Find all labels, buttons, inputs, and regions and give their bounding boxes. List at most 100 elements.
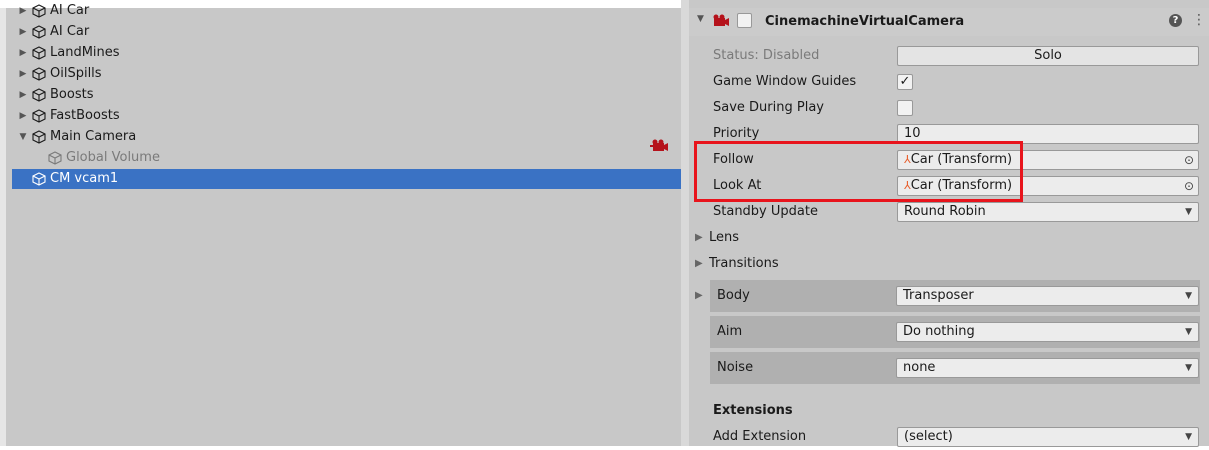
hierarchy-item-label: FastBoosts [50,108,120,123]
gameobject-cube-icon [48,148,62,168]
hierarchy-item-label: LandMines [50,45,120,60]
cinemachine-component-icon [713,14,729,26]
game-window-guides-row: Game Window Guides ✓ [689,69,1209,95]
gameobject-cube-icon [32,127,46,147]
collapse-arrow-icon[interactable]: ▶ [18,43,28,63]
game-window-guides-checkbox[interactable]: ✓ [897,74,913,90]
look-at-value: Car (Transform) [910,178,1013,193]
follow-label: Follow [713,152,754,167]
game-window-guides-label: Game Window Guides [713,74,857,89]
follow-field[interactable]: ⅄Car (Transform) ⊙ [897,150,1199,170]
hierarchy-item[interactable]: ▶ Boosts [12,85,687,105]
noise-value: none [903,360,936,375]
collapse-arrow-icon[interactable]: ▶ [18,85,28,105]
dropdown-arrow-icon: ▼ [1185,363,1192,373]
hierarchy-panel: ▶ AI Car ▶ AI Car ▶ LandMines ▶ OilSpills ▶ Boost… [0,3,687,446]
gameobject-cube-icon [32,22,46,42]
look-at-row: Look At ⅄Car (Transform) ⊙ [689,173,1209,199]
hierarchy-item[interactable]: ▶ OilSpills [12,64,687,84]
transitions-label: Transitions [709,256,779,271]
hierarchy-item[interactable]: CM vcam1 [12,169,687,189]
collapse-arrow-icon[interactable]: ▶ [18,106,28,126]
object-picker-icon[interactable]: ⊙ [1184,151,1194,169]
dropdown-arrow-icon: ▼ [1185,291,1192,301]
noise-label: Noise [717,360,754,375]
hierarchy-item[interactable]: ▶ FastBoosts [12,106,687,126]
transform-icon: ⅄ [904,153,911,166]
chevron-right-icon: ▶ [695,258,703,269]
collapse-arrow-icon[interactable]: ▶ [18,64,28,84]
hierarchy-item[interactable]: ▶ LandMines [12,43,687,63]
dropdown-arrow-icon: ▼ [1185,207,1192,217]
panel-divider[interactable] [681,0,689,446]
component-title: CinemachineVirtualCamera [765,14,965,29]
noise-stage: Noise none ▼ [710,352,1200,384]
body-label: Body [717,288,750,303]
standby-update-dropdown[interactable]: Round Robin ▼ [897,202,1199,222]
priority-label: Priority [713,126,760,141]
transitions-foldout[interactable]: ▶ Transitions [689,251,1209,277]
gameobject-cube-icon [32,64,46,84]
component-enabled-checkbox[interactable] [737,13,752,28]
priority-field[interactable]: 10 [897,124,1199,144]
look-at-field[interactable]: ⅄Car (Transform) ⊙ [897,176,1199,196]
follow-value: Car (Transform) [910,152,1013,167]
hierarchy-item-label: OilSpills [50,66,102,81]
body-dropdown[interactable]: Transposer ▼ [896,286,1199,306]
hierarchy-item-label: CM vcam1 [50,171,119,186]
noise-dropdown[interactable]: none ▼ [896,358,1199,378]
save-during-play-row: Save During Play [689,95,1209,121]
hierarchy-item[interactable]: Global Volume [12,148,687,168]
aim-value: Do nothing [903,324,975,339]
extensions-label: Extensions [713,403,793,418]
add-extension-label: Add Extension [713,429,807,444]
gameobject-cube-icon [32,106,46,126]
standby-update-value: Round Robin [904,204,986,219]
cinemachine-camera-icon [650,139,668,151]
extensions-header: Extensions [689,398,1209,424]
status-row: Status: Disabled Solo [689,43,1209,69]
gameobject-cube-icon [32,1,46,21]
component-menu-icon[interactable]: ⋮ [1192,12,1206,28]
gameobject-cube-icon [32,169,46,189]
add-extension-dropdown[interactable]: (select) ▼ [897,427,1199,447]
body-stage: Body Transposer ▼ [710,280,1200,312]
component-header[interactable]: ▼ CinemachineVirtualCamera ? ⋮ [689,8,1209,36]
aim-label: Aim [717,324,743,339]
save-during-play-checkbox[interactable] [897,100,913,116]
hierarchy-item[interactable]: ▶ AI Car [12,1,687,21]
add-extension-row: Add Extension (select) ▼ [689,424,1209,450]
dropdown-arrow-icon: ▼ [1185,327,1192,337]
add-extension-value: (select) [904,429,953,444]
chevron-right-icon: ▶ [695,232,703,243]
solo-button[interactable]: Solo [897,46,1199,66]
lens-foldout[interactable]: ▶ Lens [689,225,1209,251]
standby-update-label: Standby Update [713,204,818,219]
priority-row: Priority 10 [689,121,1209,147]
fold-arrow-icon[interactable]: ▼ [697,14,704,24]
aim-stage: Aim Do nothing ▼ [710,316,1200,348]
collapse-arrow-icon[interactable]: ▶ [18,1,28,21]
lens-label: Lens [709,230,740,245]
aim-dropdown[interactable]: Do nothing ▼ [896,322,1199,342]
help-icon[interactable]: ? [1169,14,1182,27]
transform-icon: ⅄ [904,179,911,192]
status-label: Status: Disabled [713,48,820,63]
gameobject-cube-icon [32,85,46,105]
hierarchy-item-label: Main Camera [50,129,137,144]
standby-update-row: Standby Update Round Robin ▼ [689,199,1209,225]
dropdown-arrow-icon: ▼ [1185,432,1192,442]
hierarchy-item-label: Global Volume [66,150,160,165]
gameobject-cube-icon [32,43,46,63]
hierarchy-item[interactable]: ▶ AI Car [12,22,687,42]
look-at-label: Look At [713,178,762,193]
hierarchy-item-label: AI Car [50,24,90,39]
hierarchy-item-label: AI Car [50,3,90,18]
body-fold-icon[interactable]: ▶ [695,290,703,301]
collapse-arrow-icon[interactable]: ▶ [18,22,28,42]
object-picker-icon[interactable]: ⊙ [1184,177,1194,195]
expand-arrow-icon[interactable]: ▼ [18,127,28,147]
follow-row: Follow ⅄Car (Transform) ⊙ [689,147,1209,173]
save-during-play-label: Save During Play [713,100,824,115]
hierarchy-item[interactable]: ▼ Main Camera [12,127,687,147]
